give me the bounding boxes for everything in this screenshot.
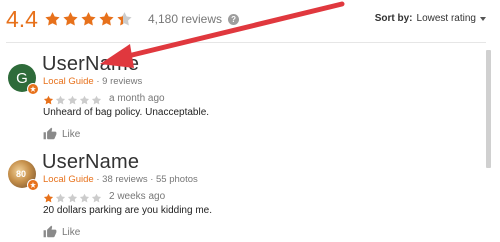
avatar-photo-text: 80: [16, 169, 27, 179]
star-icon: [62, 11, 79, 28]
avatar[interactable]: 80: [8, 160, 39, 191]
avatar-letter: G: [16, 69, 28, 87]
like-label: Like: [62, 226, 81, 238]
scrollbar-thumb[interactable]: [486, 50, 491, 168]
meta-separator: ·: [96, 76, 100, 87]
like-button[interactable]: Like: [43, 225, 80, 239]
summary-stars: [44, 11, 134, 28]
user-name[interactable]: UserName: [42, 151, 139, 174]
star-icon: [91, 93, 102, 105]
star-icon: [67, 191, 78, 203]
local-guide-label: Local Guide: [43, 76, 94, 87]
chevron-down-icon[interactable]: [480, 16, 486, 21]
review-stars: [43, 191, 103, 203]
sort-value[interactable]: Lowest rating: [417, 13, 476, 24]
local-guide-label: Local Guide: [43, 174, 94, 185]
star-icon: [79, 191, 90, 203]
reviewer-stats: 38 reviews · 55 photos: [102, 174, 198, 185]
star-icon: [55, 191, 66, 203]
review-rating: 2 weeks ago: [43, 191, 166, 203]
reviewer-meta: Local Guide · 38 reviews · 55 photos: [43, 174, 198, 185]
question-circle-icon[interactable]: ?: [228, 13, 240, 25]
meta-separator: ·: [96, 174, 100, 185]
avatar[interactable]: G: [8, 64, 39, 95]
star-icon: [43, 191, 54, 203]
reviewer-stats: 9 reviews: [102, 76, 143, 87]
star-icon: [67, 93, 78, 105]
star-icon: [91, 191, 102, 203]
reviewer-meta: Local Guide · 9 reviews: [43, 76, 142, 87]
star-icon: [44, 11, 61, 28]
like-label: Like: [62, 128, 81, 140]
star-icon: [116, 11, 133, 28]
rating-summary: 4.4 4,180 reviews ?: [6, 5, 240, 32]
review-count[interactable]: 4,180 reviews: [148, 12, 222, 26]
review-time: 2 weeks ago: [109, 191, 166, 202]
user-name[interactable]: UserName: [42, 53, 139, 76]
local-guide-badge-icon: [27, 83, 39, 95]
review-rating: a month ago: [43, 93, 165, 105]
sort-dropdown[interactable]: Sort by: Lowest rating: [375, 13, 486, 24]
average-rating: 4.4: [6, 5, 38, 32]
review-time: a month ago: [109, 93, 165, 104]
thumbs-up-icon: [43, 225, 57, 238]
review-stars: [43, 93, 103, 105]
like-button[interactable]: Like: [43, 127, 80, 141]
divider: [6, 42, 486, 43]
star-icon: [43, 93, 54, 105]
review-text: 20 dollars parking are you kidding me.: [43, 205, 212, 216]
review-text: Unheard of bag policy. Unacceptable.: [43, 107, 210, 118]
star-icon: [79, 93, 90, 105]
star-icon: [80, 11, 97, 28]
star-icon: [98, 11, 115, 28]
star-icon: [55, 93, 66, 105]
local-guide-badge-icon: [27, 179, 39, 191]
thumbs-up-icon: [43, 127, 57, 140]
sort-label: Sort by:: [374, 13, 413, 24]
